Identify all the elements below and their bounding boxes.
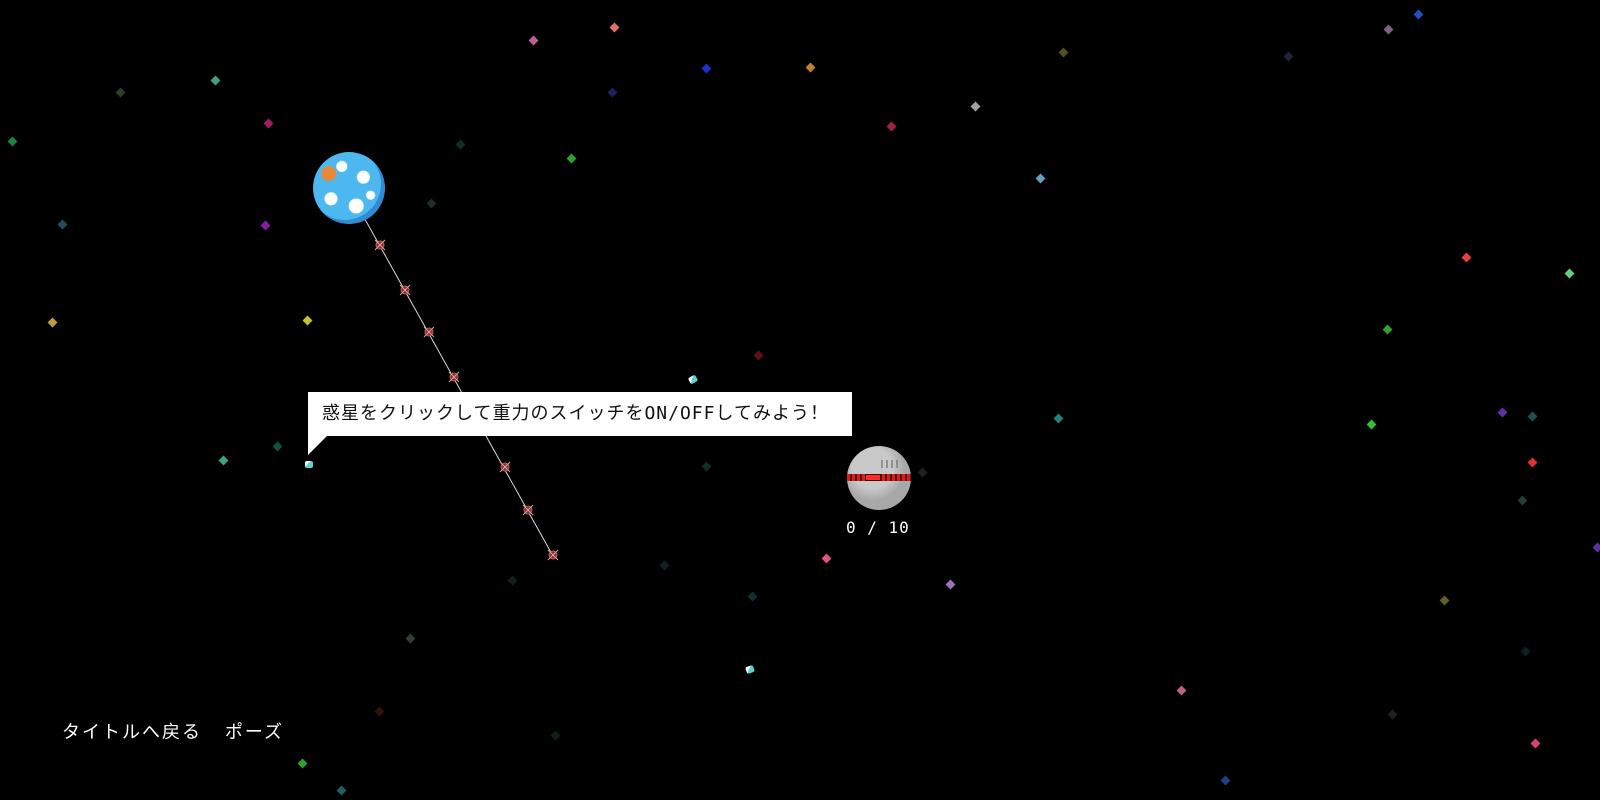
star bbox=[805, 62, 816, 73]
star bbox=[1517, 495, 1528, 506]
game-stage[interactable]: 0 / 10 惑星をクリックして重力のスイッチをON/OFFしてみよう！ タイト… bbox=[0, 0, 1600, 800]
star bbox=[374, 706, 385, 717]
star bbox=[263, 118, 274, 129]
trajectory-marker bbox=[499, 461, 511, 473]
bottom-menu: タイトルへ戻る ポーズ bbox=[62, 718, 294, 744]
trajectory-marker bbox=[423, 326, 435, 338]
star bbox=[1461, 252, 1472, 263]
star bbox=[455, 139, 466, 150]
star bbox=[1366, 419, 1377, 430]
ship-icon bbox=[745, 664, 755, 675]
goal-counter: 0 / 10 bbox=[846, 518, 910, 537]
star bbox=[917, 467, 928, 478]
star bbox=[57, 219, 68, 230]
star bbox=[1176, 685, 1187, 696]
star bbox=[426, 198, 437, 209]
ship-icon bbox=[305, 461, 313, 468]
star bbox=[1035, 173, 1046, 184]
station-core bbox=[865, 474, 881, 481]
star bbox=[297, 758, 308, 769]
star bbox=[607, 87, 618, 98]
back-to-title-button[interactable]: タイトルへ戻る bbox=[62, 722, 202, 743]
star bbox=[747, 591, 758, 602]
star bbox=[115, 87, 126, 98]
star bbox=[1387, 709, 1398, 720]
star bbox=[1497, 407, 1508, 418]
station-panel-detail bbox=[881, 460, 901, 468]
star bbox=[336, 785, 347, 796]
trajectory-marker bbox=[399, 284, 411, 296]
star bbox=[507, 575, 518, 586]
tutorial-tooltip: 惑星をクリックして重力のスイッチをON/OFFしてみよう！ bbox=[308, 392, 852, 436]
star bbox=[1592, 542, 1600, 553]
trajectory-marker bbox=[374, 239, 386, 251]
star bbox=[1520, 646, 1531, 657]
star bbox=[272, 441, 283, 452]
star bbox=[609, 22, 620, 33]
earth-planet-icon[interactable] bbox=[313, 152, 385, 224]
trajectory-marker bbox=[448, 371, 460, 383]
star bbox=[1527, 411, 1538, 422]
star bbox=[1439, 595, 1450, 606]
star bbox=[528, 35, 539, 46]
star bbox=[302, 315, 313, 326]
star bbox=[550, 730, 561, 741]
star bbox=[970, 101, 981, 112]
star bbox=[1220, 775, 1231, 786]
star bbox=[701, 63, 712, 74]
ship-icon bbox=[687, 374, 699, 385]
star bbox=[1053, 413, 1064, 424]
star bbox=[405, 633, 416, 644]
star bbox=[218, 455, 229, 466]
trajectory-marker bbox=[547, 549, 559, 561]
star bbox=[1564, 268, 1575, 279]
tooltip-tail bbox=[308, 435, 328, 455]
star bbox=[659, 560, 670, 571]
star bbox=[701, 461, 712, 472]
space-station-icon bbox=[847, 446, 911, 510]
star bbox=[1383, 24, 1394, 35]
star bbox=[1530, 738, 1541, 749]
star bbox=[566, 153, 577, 164]
star bbox=[47, 317, 58, 328]
star bbox=[1527, 457, 1538, 468]
star bbox=[1382, 324, 1393, 335]
star bbox=[753, 350, 764, 361]
star bbox=[945, 579, 956, 590]
star bbox=[821, 553, 832, 564]
star bbox=[260, 220, 271, 231]
star bbox=[1058, 47, 1069, 58]
pause-button[interactable]: ポーズ bbox=[225, 722, 284, 743]
trajectory-marker bbox=[522, 504, 534, 516]
star bbox=[7, 136, 18, 147]
star bbox=[210, 75, 221, 86]
star bbox=[1413, 9, 1424, 20]
star bbox=[886, 121, 897, 132]
star bbox=[1283, 51, 1294, 62]
